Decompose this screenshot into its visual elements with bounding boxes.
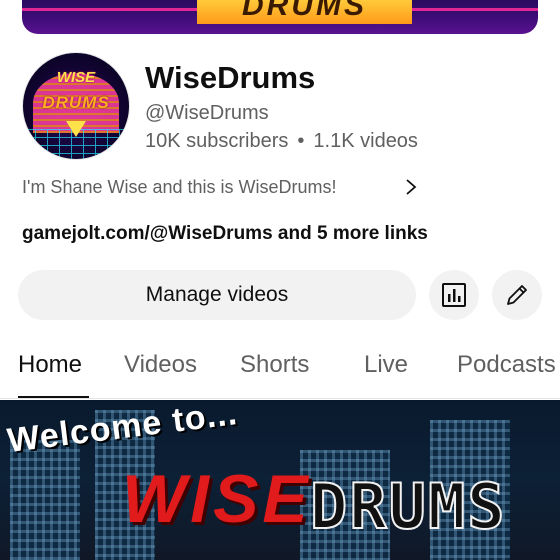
tab-videos[interactable]: Videos — [124, 351, 197, 379]
channel-description: I'm Shane Wise and this is WiseDrums! — [22, 176, 337, 197]
avatar-triangle — [66, 121, 86, 137]
channel-description-row[interactable]: I'm Shane Wise and this is WiseDrums! — [22, 175, 422, 199]
analytics-button[interactable] — [429, 270, 479, 320]
channel-name: WiseDrums — [145, 60, 316, 95]
subscriber-count: 10K subscribers — [145, 130, 289, 152]
pencil-icon — [507, 285, 527, 305]
channel-links[interactable]: gamejolt.com/@WiseDrums and 5 more links — [22, 223, 428, 245]
featured-logo-wise: WISE — [122, 461, 312, 537]
video-count: 1.1K videos — [313, 130, 418, 152]
analytics-icon — [442, 283, 466, 307]
tabs-divider — [0, 398, 560, 399]
edit-channel-button[interactable] — [492, 270, 542, 320]
manage-videos-button[interactable]: Manage videos — [18, 270, 416, 320]
channel-stats: 10K subscribers • 1.1K videos — [145, 130, 418, 153]
avatar-text-wise: WISE — [56, 69, 96, 86]
tab-live[interactable]: Live — [364, 351, 408, 379]
banner-logo: DRUMS — [197, 0, 412, 24]
channel-handle: @WiseDrums — [145, 102, 269, 124]
tab-home[interactable]: Home — [18, 351, 82, 379]
channel-tabs: Home Videos Shorts Live Podcasts — [0, 345, 560, 400]
featured-logo-drums: DRUMS — [309, 469, 507, 544]
tab-shorts[interactable]: Shorts — [240, 351, 309, 379]
avatar[interactable]: WISE DRUMS — [22, 52, 130, 160]
featured-video-thumbnail[interactable]: Welcome to... WISE DRUMS — [0, 400, 560, 560]
channel-banner[interactable]: DRUMS — [22, 0, 538, 34]
chevron-right-icon[interactable] — [405, 178, 417, 196]
avatar-text-drums: DRUMS — [42, 93, 110, 112]
stats-separator: • — [297, 130, 305, 152]
tab-podcasts[interactable]: Podcasts — [457, 351, 556, 379]
